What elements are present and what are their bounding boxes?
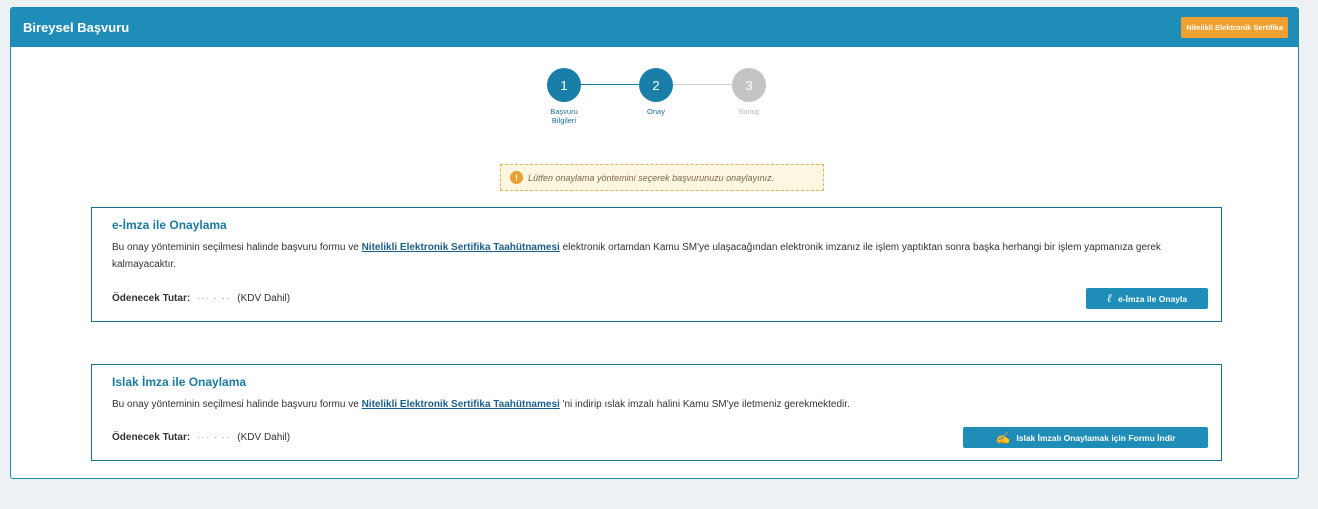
islak-footer: Ödenecek Tutar: ··· · ·· (KDV Dahil) ✍ I… xyxy=(112,427,1208,448)
eimza-description: Bu onay yönteminin seçilmesi halinde baş… xyxy=(112,239,1208,273)
islak-description: Bu onay yönteminin seçilmesi halinde baş… xyxy=(112,396,1208,413)
eimza-footer: Ödenecek Tutar: ··· · ·· (KDV Dahil) ℓ e… xyxy=(112,288,1208,309)
application-panel: Bireysel Başvuru Nitelikli Elektronik Se… xyxy=(10,7,1299,479)
e-signature-icon: ℓ xyxy=(1106,291,1113,305)
step-1-label-line1: Başvuru xyxy=(550,107,578,116)
info-notice: ! Lütfen onaylama yöntemini seçerek başv… xyxy=(500,164,824,191)
eimza-title: e-İmza ile Onaylama xyxy=(112,218,227,232)
islak-download-form-button[interactable]: ✍ Islak İmzalı Onaylamak için Formu İndi… xyxy=(963,427,1208,448)
step-1-label: Başvuru Bilgileri xyxy=(534,107,594,125)
panel-header: Bireysel Başvuru Nitelikli Elektronik Se… xyxy=(11,8,1298,47)
eimza-amount-value: ··· · ·· xyxy=(196,293,231,304)
islak-amount-value: ··· · ·· xyxy=(196,432,231,443)
islak-amount-label: Ödenecek Tutar: xyxy=(112,432,191,443)
step-3: 3 Sonuç xyxy=(719,68,779,116)
step-2: 2 Onay xyxy=(626,68,686,116)
islak-option-box: Islak İmza ile Onaylama Bu onay yöntemin… xyxy=(91,364,1222,461)
step-1-label-line2: Bilgileri xyxy=(551,116,577,125)
islak-download-label: Islak İmzalı Onaylamak için Formu İndir xyxy=(1016,432,1176,443)
eimza-option-box: e-İmza ile Onaylama Bu onay yönteminin s… xyxy=(91,207,1222,322)
step-1-circle: 1 xyxy=(547,68,581,102)
islak-agreement-link[interactable]: Nitelikli Elektronik Sertifika Taahütnam… xyxy=(362,399,560,410)
islak-amount-suffix: (KDV Dahil) xyxy=(237,432,291,443)
islak-desc-after: 'ni indirip ıslak imzalı halini Kamu SM'… xyxy=(559,399,850,410)
step-2-label: Onay xyxy=(647,107,665,116)
step-3-circle: 3 xyxy=(732,68,766,102)
certificate-badge-button[interactable]: Nitelikli Elektronik Sertifika xyxy=(1181,17,1288,38)
eimza-desc-before: Bu onay yönteminin seçilmesi halinde baş… xyxy=(112,242,362,253)
islak-amount: Ödenecek Tutar: ··· · ·· (KDV Dahil) xyxy=(112,432,290,443)
eimza-agreement-link[interactable]: Nitelikli Elektronik Sertifika Taahütnam… xyxy=(362,242,560,253)
eimza-approve-label: e-İmza ile Onayla xyxy=(1118,293,1188,304)
step-2-circle: 2 xyxy=(639,68,673,102)
step-3-label: Sonuç xyxy=(738,107,760,116)
islak-desc-before: Bu onay yönteminin seçilmesi halinde baş… xyxy=(112,399,362,410)
progress-stepper: 1 Başvuru Bilgileri 2 Onay 3 Sonuç xyxy=(11,68,1298,158)
eimza-amount-suffix: (KDV Dahil) xyxy=(237,293,291,304)
wet-signature-icon: ✍ xyxy=(995,430,1011,445)
eimza-approve-button[interactable]: ℓ e-İmza ile Onayla xyxy=(1086,288,1208,309)
eimza-amount-label: Ödenecek Tutar: xyxy=(112,293,191,304)
step-1: 1 Başvuru Bilgileri xyxy=(534,68,594,125)
islak-title: Islak İmza ile Onaylama xyxy=(112,375,247,389)
page-title: Bireysel Başvuru xyxy=(23,20,130,35)
notice-text: Lütfen onaylama yöntemini seçerek başvur… xyxy=(528,172,775,183)
warning-icon: ! xyxy=(510,171,523,184)
eimza-amount: Ödenecek Tutar: ··· · ·· (KDV Dahil) xyxy=(112,293,290,304)
